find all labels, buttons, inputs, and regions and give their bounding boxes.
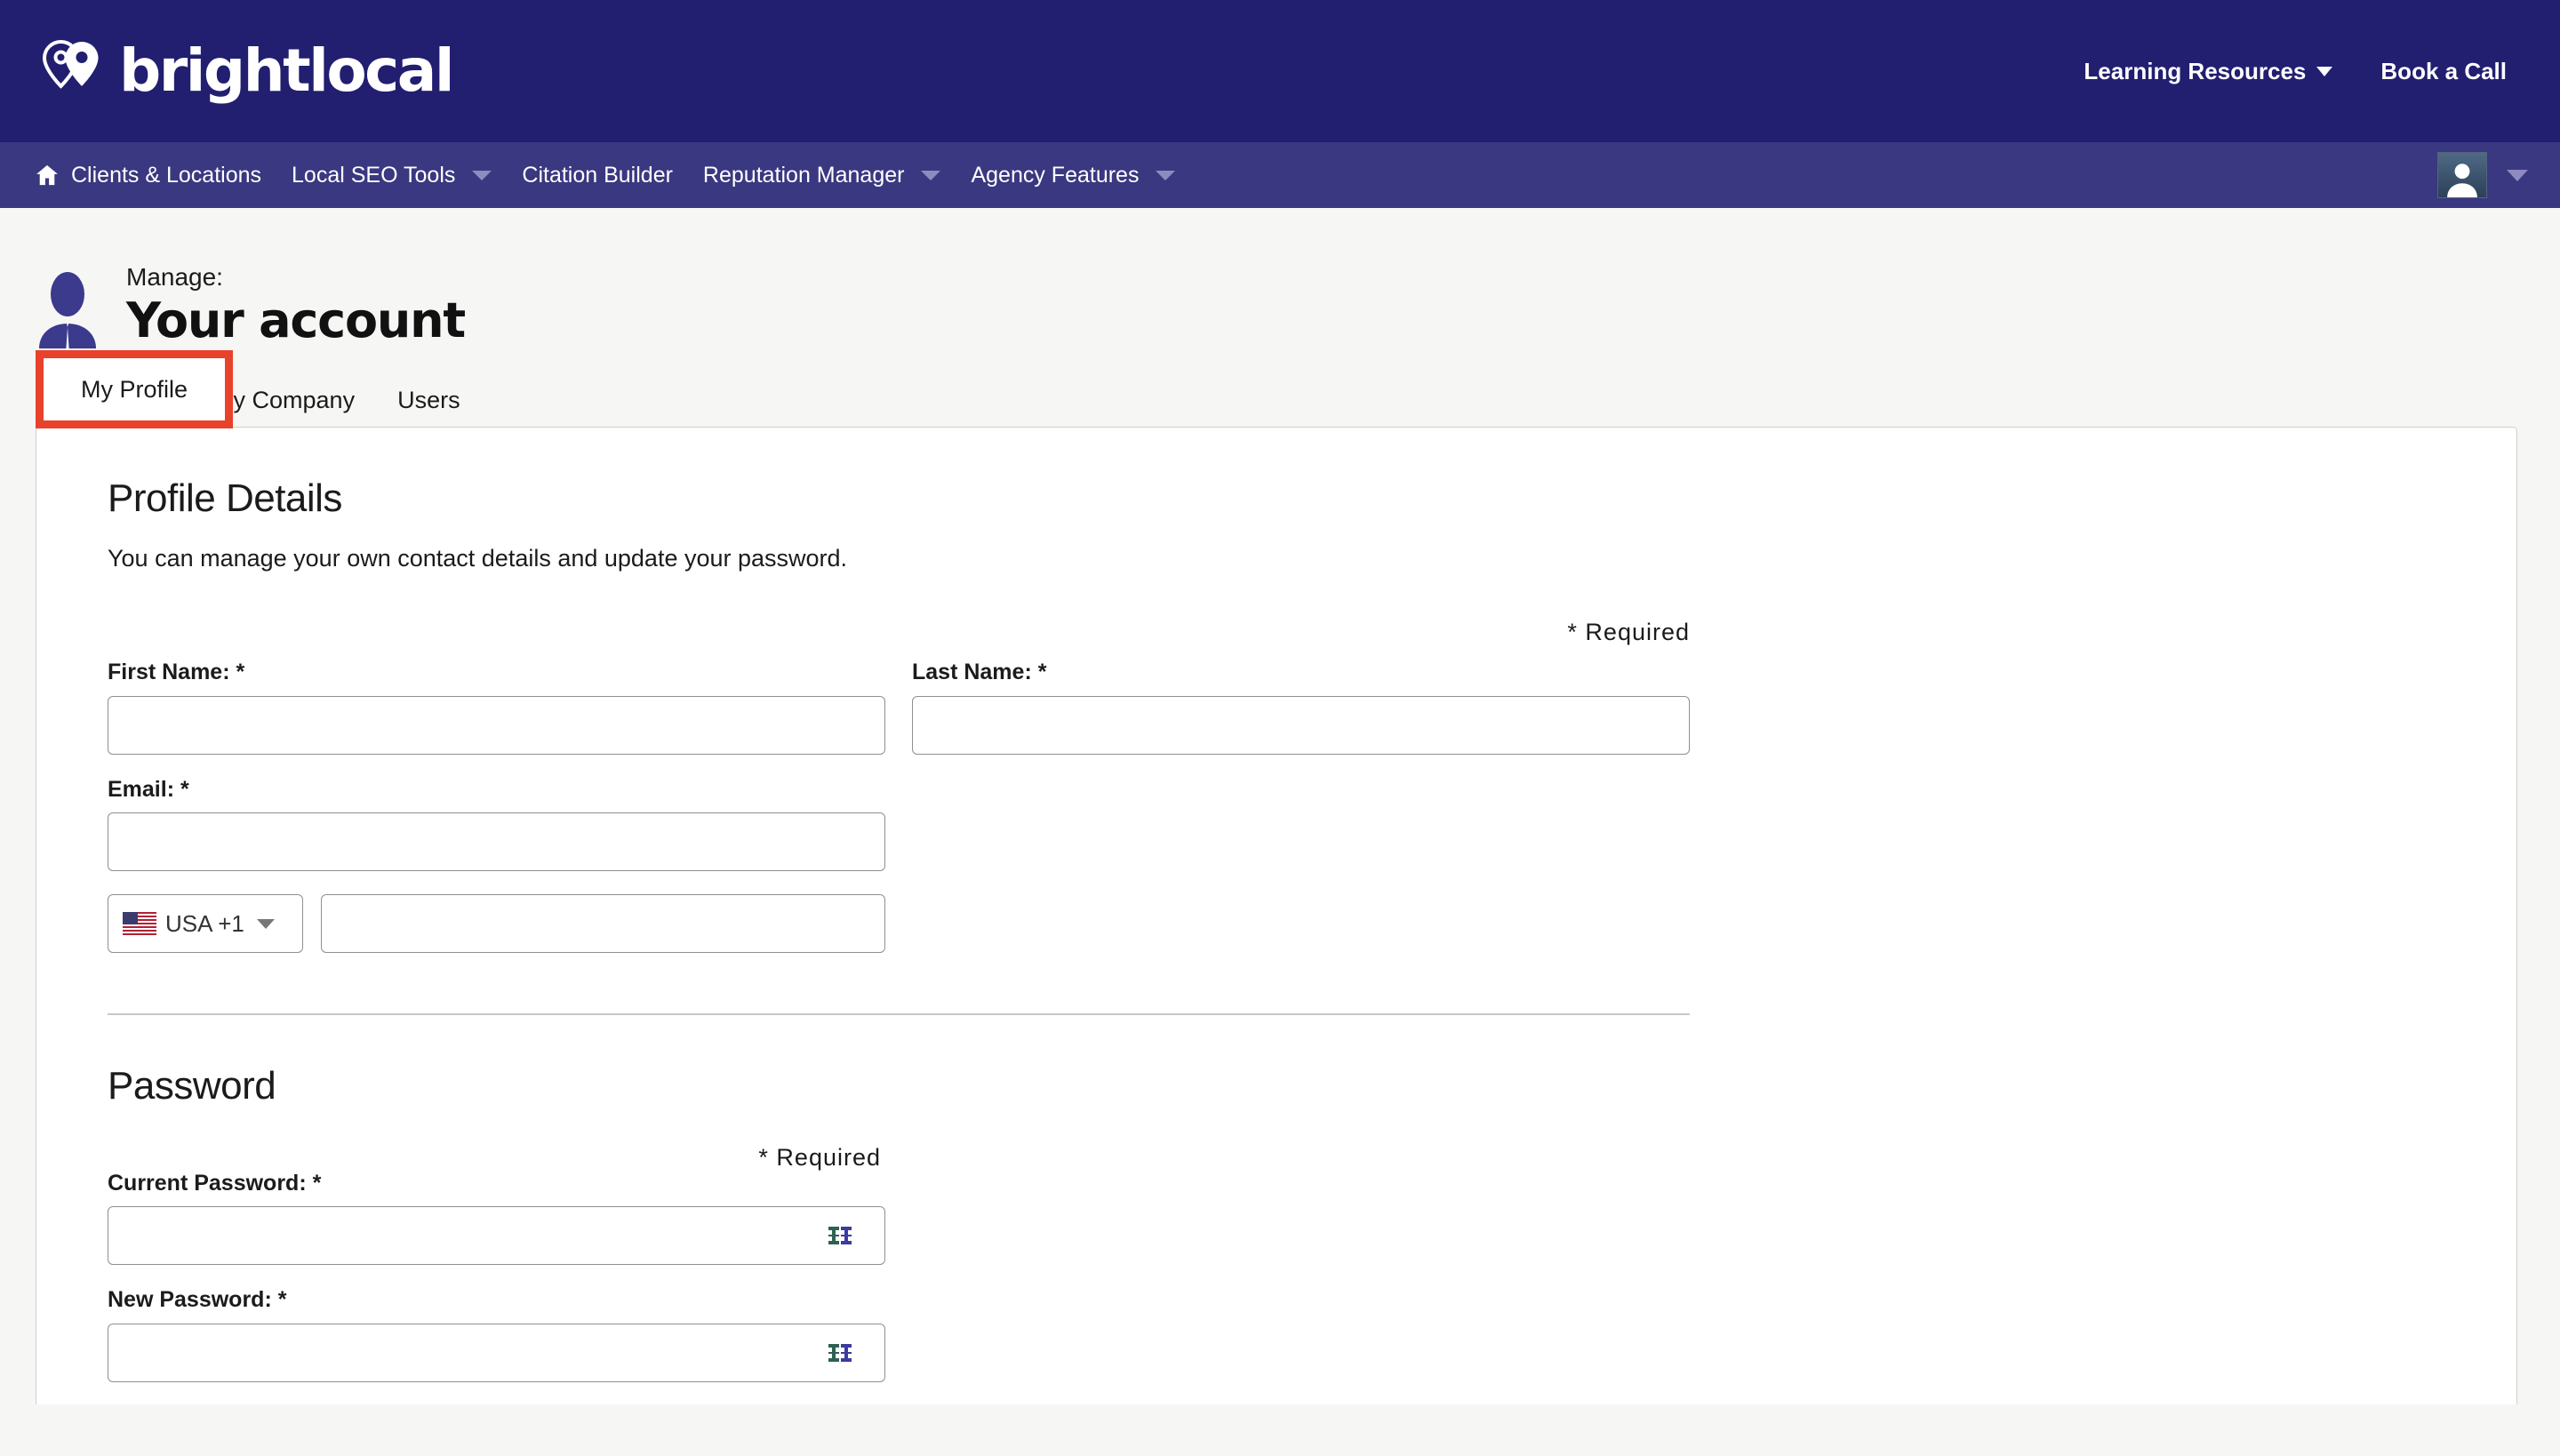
new-password-input[interactable] <box>108 1323 885 1382</box>
book-a-call-label: Book a Call <box>2380 57 2507 84</box>
password-required-note: * Required <box>758 1143 881 1171</box>
nav-label-clients-locations: Clients & Locations <box>71 162 262 188</box>
profile-required-note: * Required <box>1567 619 1690 646</box>
account-menu <box>2437 152 2542 198</box>
profile-details-subtitle: You can manage your own contact details … <box>108 545 848 572</box>
first-name-input[interactable] <box>108 695 885 755</box>
nav-item-citation-builder[interactable]: Citation Builder <box>507 142 688 208</box>
nav-item-agency-features[interactable]: Agency Features <box>956 142 1190 208</box>
password-section: Password * Required Current Password: * … <box>108 1064 2516 1382</box>
nav-item-reputation-manager[interactable]: Reputation Manager <box>688 142 956 208</box>
nav-items-group: Clients & Locations Local SEO Tools Cita… <box>20 142 1190 208</box>
avatar[interactable] <box>2437 152 2487 198</box>
current-password-field-group: Current Password: * <box>108 1170 885 1266</box>
main-navigation-bar: Clients & Locations Local SEO Tools Cita… <box>0 142 2560 208</box>
nav-label-reputation-manager: Reputation Manager <box>702 162 905 188</box>
brightlocal-logo[interactable]: brightlocal <box>43 36 454 105</box>
phone-row: USA +1 <box>108 894 2516 954</box>
user-profile-icon <box>39 272 96 348</box>
nav-label-local-seo-tools: Local SEO Tools <box>292 162 456 188</box>
brand-name: brightlocal <box>119 36 454 105</box>
us-flag-icon <box>123 912 156 936</box>
nav-label-agency-features: Agency Features <box>971 162 1140 188</box>
country-code-label: USA +1 <box>165 909 244 937</box>
new-password-label: New Password: * <box>108 1287 287 1313</box>
page-eyebrow: Manage: <box>126 262 223 291</box>
top-header-bar: brightlocal Learning Resources Book a Ca… <box>0 0 2560 142</box>
last-name-label: Last Name: * <box>912 660 1047 685</box>
chevron-down-icon <box>1156 170 1176 180</box>
home-icon <box>36 164 58 186</box>
last-name-field-group: Last Name: * <box>912 660 1690 755</box>
country-code-select[interactable]: USA +1 <box>108 894 303 954</box>
password-manager-icon[interactable] <box>828 1343 852 1362</box>
new-password-wrap <box>108 1323 885 1382</box>
tab-my-profile[interactable]: My Profile <box>43 388 192 427</box>
tab-users-label: Users <box>397 387 460 413</box>
name-fields-row: First Name: * Last Name: * <box>108 660 2516 755</box>
nav-item-clients-locations[interactable]: Clients & Locations <box>20 142 276 208</box>
nav-label-citation-builder: Citation Builder <box>522 162 673 188</box>
current-password-wrap <box>108 1206 885 1266</box>
tab-my-profile-label: My Profile <box>64 387 172 413</box>
email-field-group: Email: * <box>108 776 885 872</box>
location-pin-icon <box>43 40 99 89</box>
profile-details-section: Profile Details You can manage your own … <box>36 476 2516 1382</box>
tab-bar: My Profile My Company Users My Profile <box>0 350 2560 428</box>
page-header: Manage: Your account <box>0 208 2560 348</box>
content-panel: Profile Details You can manage your own … <box>36 427 2517 1404</box>
tab-my-company-label: My Company <box>213 387 356 413</box>
section-divider <box>108 1013 1690 1016</box>
learning-resources-label: Learning Resources <box>2084 57 2307 84</box>
chevron-down-icon <box>921 170 941 180</box>
nav-item-local-seo-tools[interactable]: Local SEO Tools <box>276 142 507 208</box>
phone-number-input[interactable] <box>321 894 885 954</box>
chevron-down-icon <box>472 170 492 180</box>
password-manager-icon[interactable] <box>828 1227 852 1245</box>
chevron-down-icon[interactable] <box>2507 169 2528 181</box>
new-password-field-group: New Password: * <box>108 1288 885 1382</box>
top-header-links: Learning Resources Book a Call <box>2084 58 2517 85</box>
tab-users[interactable]: Users <box>376 388 482 427</box>
last-name-input[interactable] <box>912 695 1690 755</box>
first-name-field-group: First Name: * <box>108 660 885 755</box>
current-password-input[interactable] <box>108 1206 885 1266</box>
chevron-down-icon <box>2316 66 2333 76</box>
profile-details-heading: Profile Details <box>108 476 342 520</box>
user-avatar-icon <box>2447 164 2477 197</box>
password-heading: Password <box>108 1064 276 1108</box>
learning-resources-menu[interactable]: Learning Resources <box>2084 57 2333 85</box>
first-name-label: First Name: * <box>108 660 245 685</box>
chevron-down-icon <box>256 918 275 929</box>
book-a-call-link[interactable]: Book a Call <box>2380 58 2507 85</box>
tab-my-company[interactable]: My Company <box>192 388 376 427</box>
current-password-label: Current Password: * <box>108 1170 322 1196</box>
page-title: Your account <box>126 292 466 349</box>
email-field[interactable] <box>108 812 885 872</box>
email-label: Email: * <box>108 776 189 802</box>
page-title-block: Manage: Your account <box>126 262 466 349</box>
